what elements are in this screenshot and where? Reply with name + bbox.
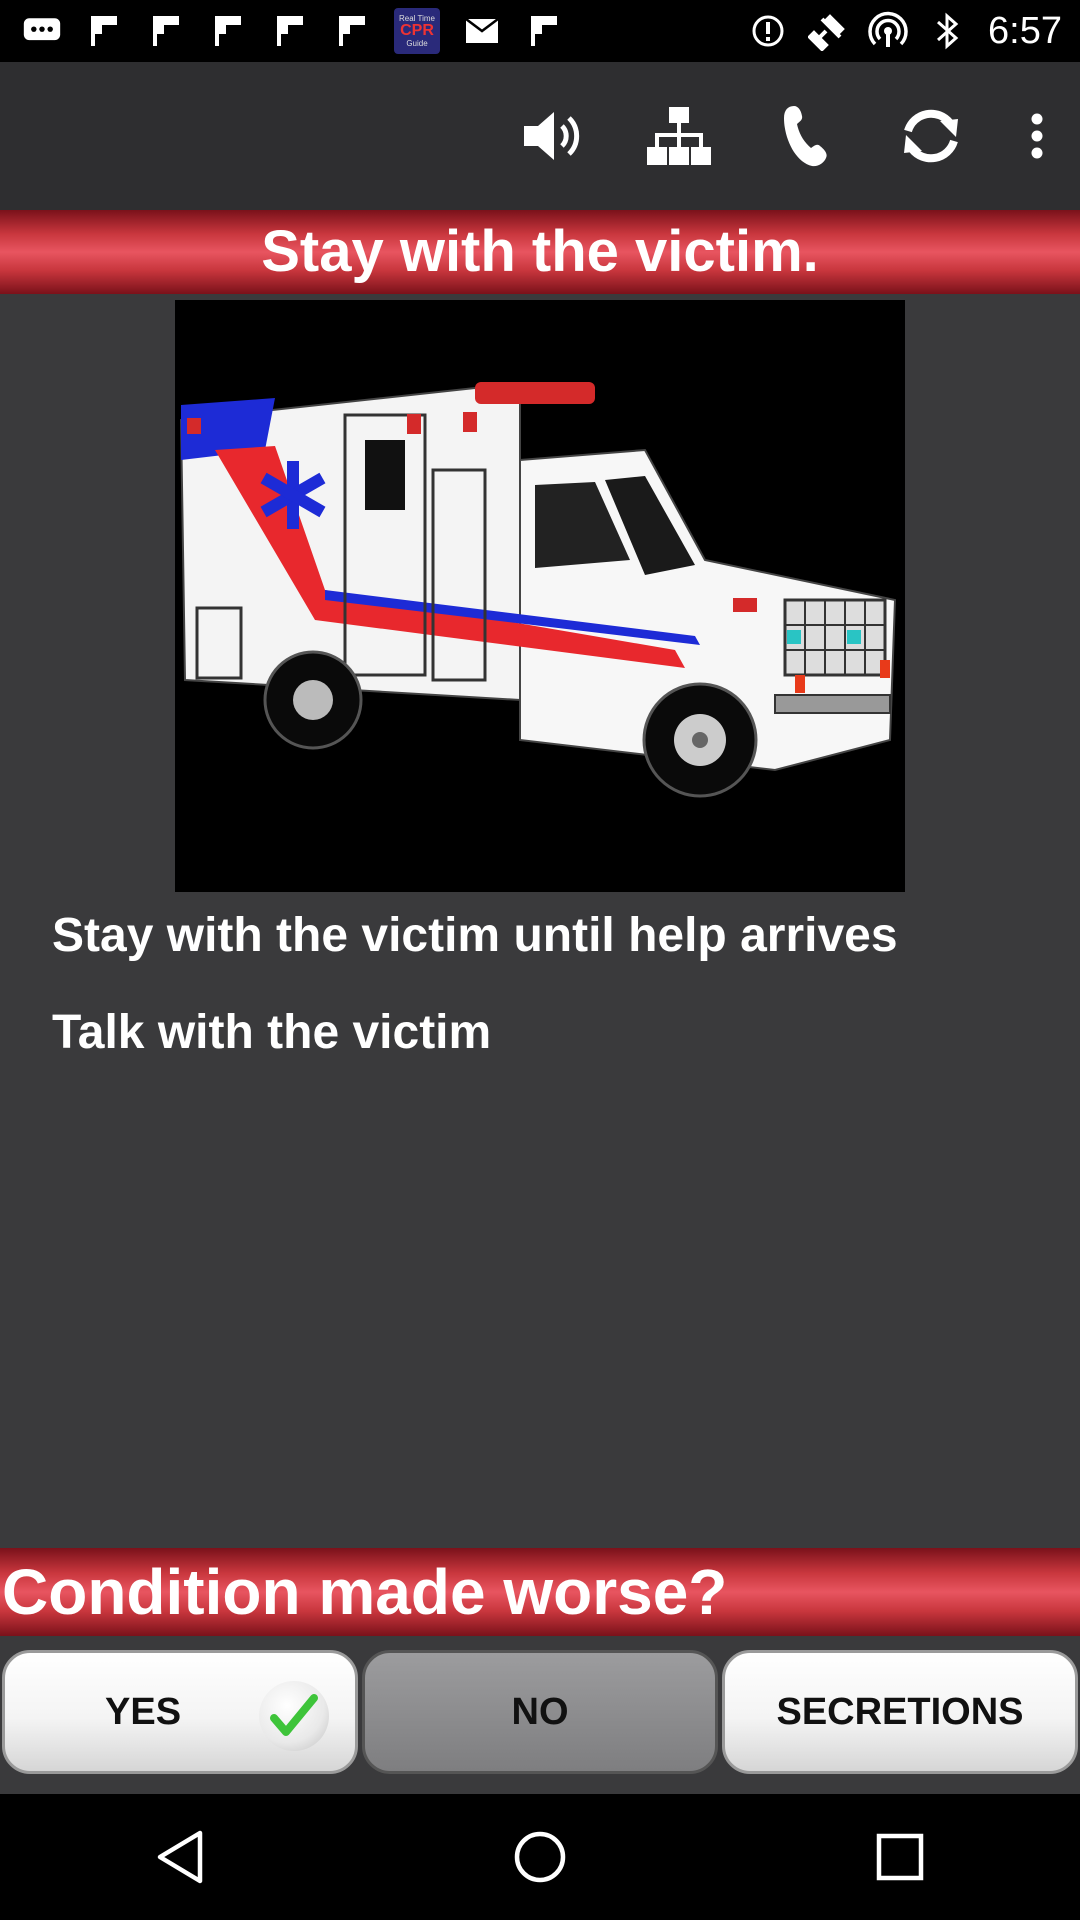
notification-icons: Real Time CPR Guide: [0, 8, 564, 54]
cpr-badge-bottom: Guide: [406, 39, 428, 48]
cpr-badge-main: CPR: [400, 22, 434, 39]
content-area: Stay with the victim until help arrives …: [0, 294, 1080, 1548]
more-vert-icon[interactable]: [1012, 91, 1062, 181]
flipboard-icon: [270, 11, 310, 51]
refresh-icon[interactable]: [886, 91, 976, 181]
answer-buttons: YES NO SECRETIONS: [0, 1636, 1080, 1794]
recents-icon[interactable]: [850, 1807, 950, 1907]
messages-icon: [22, 11, 62, 51]
flipboard-icon: [84, 11, 124, 51]
app-toolbar: [0, 62, 1080, 210]
instruction-line-1: Stay with the victim until help arrives: [52, 909, 898, 962]
instruction-line-2: Talk with the victim: [52, 1006, 492, 1059]
ambulance-illustration: [175, 300, 905, 892]
question-heading: Condition made worse?: [0, 1548, 1080, 1636]
hotspot-icon: [868, 11, 908, 51]
phone-icon[interactable]: [760, 91, 850, 181]
back-icon[interactable]: [130, 1807, 230, 1907]
yes-button[interactable]: YES: [2, 1650, 358, 1774]
status-bar: Real Time CPR Guide 6:57: [0, 0, 1080, 62]
no-button[interactable]: NO: [362, 1650, 718, 1774]
yes-button-label: YES: [105, 1690, 182, 1733]
page-title: Stay with the victim.: [0, 210, 1080, 294]
secretions-button[interactable]: SECRETIONS: [722, 1650, 1078, 1774]
checkmark-icon: [259, 1681, 329, 1751]
flipboard-icon: [146, 11, 186, 51]
clock: 6:57: [988, 9, 1062, 52]
email-icon: [462, 11, 502, 51]
home-icon[interactable]: [490, 1807, 590, 1907]
fake-gps-icon: [808, 11, 848, 51]
flipboard-icon: [208, 11, 248, 51]
system-icons: 6:57: [748, 10, 1080, 53]
flipboard-icon: [524, 11, 564, 51]
flipboard-icon: [332, 11, 372, 51]
volume-icon[interactable]: [508, 91, 598, 181]
secretions-button-label: SECRETIONS: [776, 1690, 1024, 1733]
no-button-label: NO: [511, 1690, 569, 1733]
network-tree-icon[interactable]: [634, 91, 724, 181]
bluetooth-icon: [928, 11, 968, 51]
cpr-guide-app-icon: Real Time CPR Guide: [394, 8, 440, 54]
navigation-bar: [0, 1794, 1080, 1920]
alert-icon: [748, 11, 788, 51]
